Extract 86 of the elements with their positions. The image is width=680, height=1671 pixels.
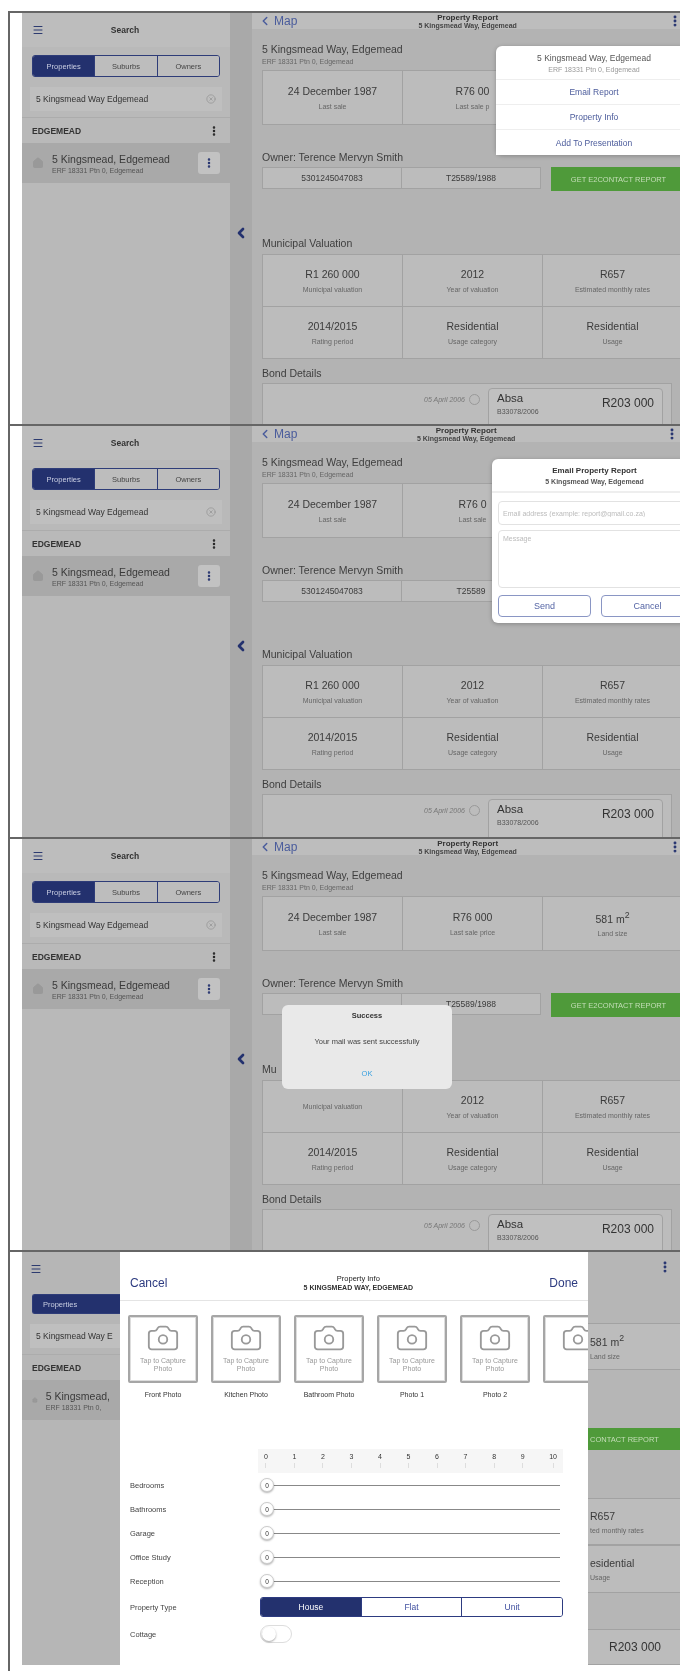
valuation-value: Residential — [586, 320, 639, 332]
valuation-value: esidential — [590, 1556, 636, 1569]
valuation-value: 2014/2015 — [307, 320, 358, 332]
section-heading: Bond Details — [262, 778, 322, 790]
bank-name: Absa — [497, 1218, 525, 1232]
bond-amount: R203 000 — [601, 1222, 654, 1237]
valuation-value: Residential — [446, 731, 499, 743]
send-button[interactable]: Send — [498, 595, 591, 617]
group-header: EDGEMEAD — [32, 951, 83, 962]
sidebar-title: Search — [109, 25, 141, 35]
valuation-value: 2014/2015 — [307, 731, 358, 743]
stat-value: 581 m$^{2}$ — [595, 909, 630, 925]
menu-item[interactable]: Add To Presentation — [496, 130, 680, 155]
bond-amount: R203 000 — [608, 1639, 661, 1654]
bond-amount: R203 000 — [601, 396, 654, 411]
group-header: EDGEMEAD — [32, 1362, 83, 1373]
nav-title: Property Report — [437, 839, 499, 848]
section-heading: Municipal Valuation — [262, 237, 353, 249]
nav-title: Property Report — [435, 426, 497, 435]
more-button[interactable] — [198, 978, 220, 1000]
menu-item[interactable]: Email Report — [496, 80, 680, 105]
search-field[interactable]: 5 Kingsmead Way Edgemead — [30, 913, 222, 937]
valuation-value: Residential — [446, 1146, 499, 1158]
cancel-button[interactable]: Cancel — [601, 595, 680, 617]
stat-value: 24 December 1987 — [287, 85, 378, 97]
stat-value: 24 December 1987 — [287, 498, 378, 510]
owner-id-cell: 5301245047083 — [262, 167, 402, 189]
menu-title: 5 Kingsmead Way, Edgemead — [537, 53, 651, 63]
toggle-switch[interactable] — [260, 1625, 292, 1643]
cancel-button[interactable]: Cancel — [130, 1275, 168, 1290]
menu-icon[interactable] — [30, 1263, 42, 1275]
menu-icon[interactable] — [32, 850, 44, 862]
valuation-value: 2012 — [460, 679, 485, 691]
property-address: 5 Kingsmead Way, Edgemead — [262, 869, 403, 881]
valuation-value: R1 260 000 — [305, 268, 360, 280]
valuation-value: R657 — [599, 1094, 626, 1106]
result-title: 5 Kingsmead, — [45, 1389, 110, 1402]
valuation-value: R657 — [599, 679, 626, 691]
section-heading: Mu — [262, 1063, 277, 1075]
section-heading: Bond Details — [262, 367, 322, 379]
valuation-value: Residential — [586, 731, 639, 743]
valuation-value: 2012 — [460, 268, 485, 280]
sidebar-title: Search — [109, 851, 141, 861]
bank-name: Absa — [497, 803, 525, 817]
search-field[interactable]: 5 Kingsmead Way E — [30, 1324, 120, 1348]
stat-value: 24 December 1987 — [287, 911, 378, 923]
owner-id-cell: 5301245047083 — [262, 580, 402, 602]
owner-heading: Owner: Terence Mervyn Smith — [262, 564, 404, 576]
bank-name: Absa — [497, 392, 525, 406]
stat-value: R76 00 — [455, 85, 490, 97]
property-address: 5 Kingsmead Way, Edgemead — [262, 43, 403, 55]
menu-icon[interactable] — [32, 24, 44, 36]
result-title: 5 Kingsmead, Edgemead — [52, 978, 171, 991]
nav-title: Property Report — [437, 13, 499, 22]
result-title: 5 Kingsmead, Edgemead — [52, 152, 171, 165]
valuation-value: R1 260 000 — [305, 679, 360, 691]
more-button[interactable] — [198, 152, 220, 174]
owner-id-cell: T25589/1988 — [401, 167, 541, 189]
valuation-value: 2014/2015 — [307, 1146, 358, 1158]
stat-value: R76 0 — [458, 498, 487, 510]
valuation-value: Residential — [586, 1146, 639, 1158]
form-title: Email Property Report — [552, 466, 637, 475]
segment-tab[interactable]: House — [261, 1598, 361, 1616]
property-address: 5 Kingsmead Way, Edgemead — [262, 456, 403, 468]
result-title: 5 Kingsmead, Edgemead — [52, 565, 171, 578]
owner-heading: Owner: Terence Mervyn Smith — [262, 151, 404, 163]
stat-value: R76 000 — [452, 911, 493, 923]
search-field[interactable]: 5 Kingsmead Way Edgemead — [30, 87, 222, 111]
group-header: EDGEMEAD — [32, 538, 83, 549]
search-field[interactable]: 5 Kingsmead Way Edgemead — [30, 500, 222, 524]
bond-amount: R203 000 — [601, 807, 654, 822]
segment-tab[interactable]: Unit — [461, 1598, 562, 1616]
menu-item[interactable]: Property Info — [496, 105, 680, 130]
sidebar-title: Search — [109, 438, 141, 448]
valuation-value: Residential — [446, 320, 499, 332]
section-heading: Bond Details — [262, 1193, 322, 1205]
owner-heading: Owner: Terence Mervyn Smith — [262, 977, 404, 989]
valuation-value: R657 — [599, 268, 626, 280]
valuation-value: R657 — [590, 1509, 617, 1522]
menu-icon[interactable] — [32, 437, 44, 449]
valuation-value: 2012 — [460, 1094, 485, 1106]
stat-value: 581 m$^{2}$ — [590, 1333, 626, 1348]
section-heading: Municipal Valuation — [262, 648, 353, 660]
group-header: EDGEMEAD — [32, 125, 83, 136]
done-button[interactable]: Done — [549, 1275, 578, 1290]
more-button[interactable] — [198, 565, 220, 587]
